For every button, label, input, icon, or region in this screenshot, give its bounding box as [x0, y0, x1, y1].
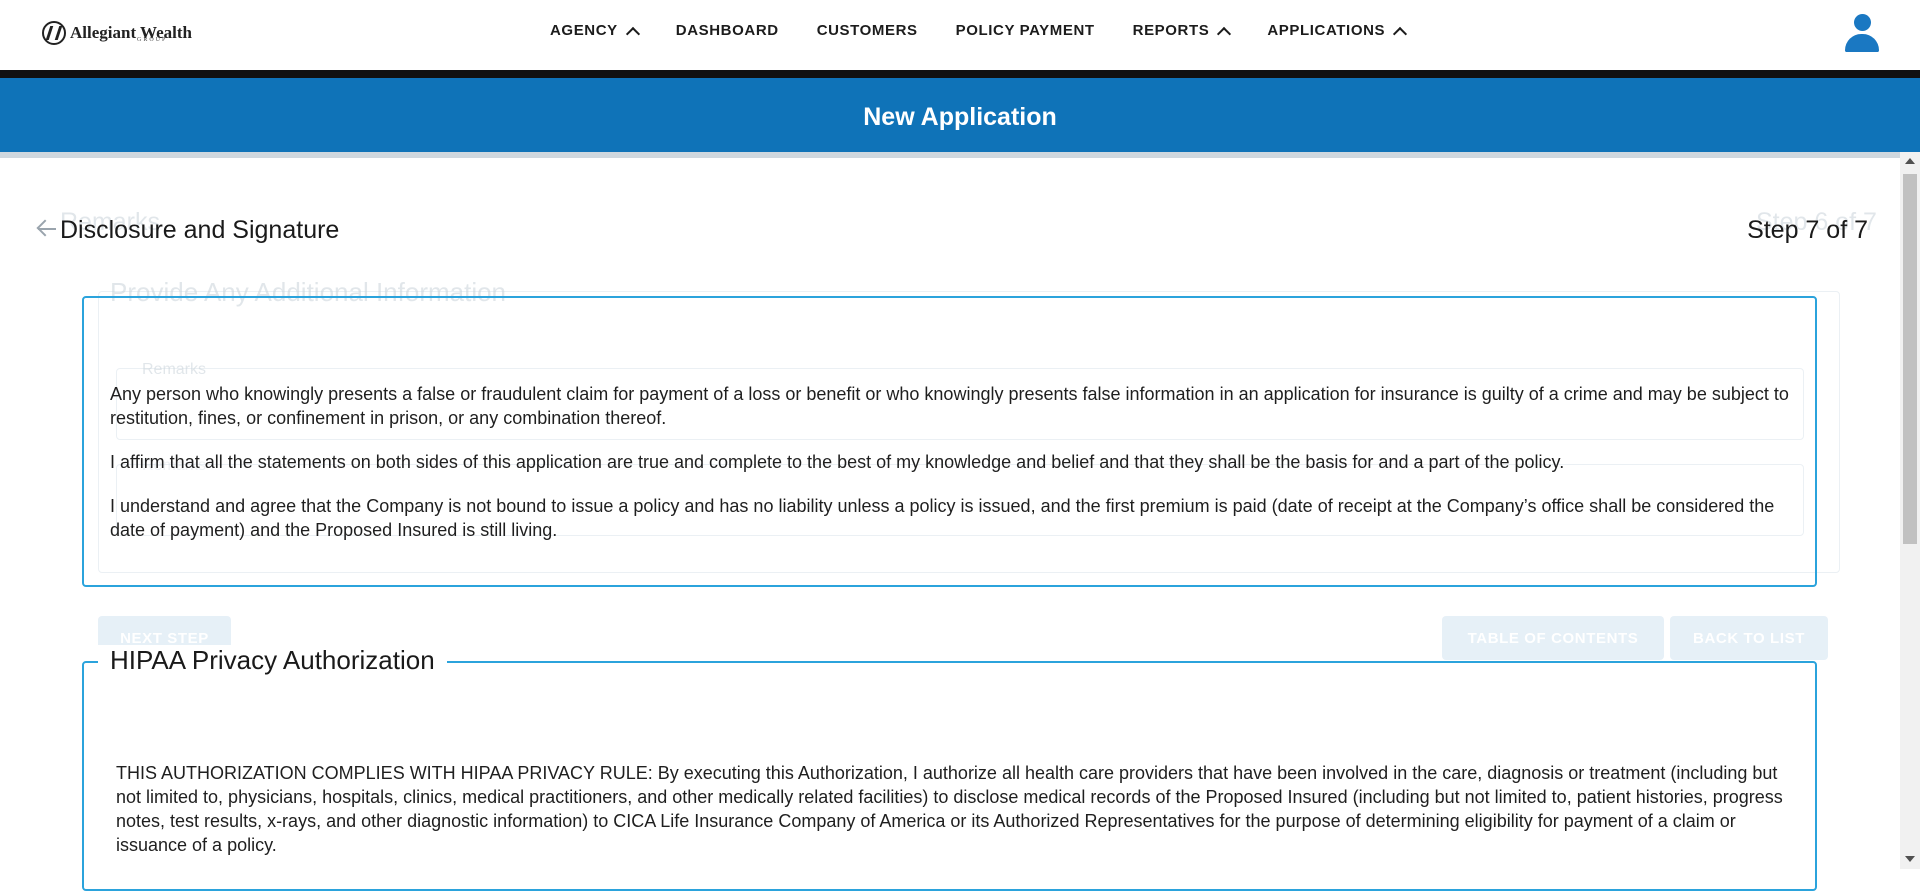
nav-customers[interactable]: CUSTOMERS: [817, 22, 918, 39]
user-icon-head: [1854, 14, 1871, 31]
step-title: Disclosure and Signature: [60, 216, 340, 244]
nav-applications-label: APPLICATIONS: [1267, 22, 1386, 39]
navbar-divider: [0, 70, 1920, 78]
back-arrow-icon[interactable]: [36, 218, 58, 240]
nav-agency[interactable]: AGENCY: [550, 22, 640, 41]
scrollbar-thumb[interactable]: [1903, 174, 1917, 544]
back-arrow-head: [36, 219, 54, 237]
nav-customers-label: CUSTOMERS: [816, 22, 918, 39]
chevron-up-icon: [1217, 26, 1232, 41]
disclosure-paragraph: Any person who knowingly presents a fals…: [110, 384, 1789, 428]
chevron-up-icon: [625, 26, 640, 41]
page-scrollbar[interactable]: [1900, 152, 1920, 869]
nav-dashboard[interactable]: DASHBOARD: [676, 22, 779, 39]
nav-agency-label: AGENCY: [550, 22, 618, 39]
top-navbar: Allegiant Wealth GROUP AGENCY DASHBOARD …: [0, 0, 1920, 70]
nav-dashboard-label: DASHBOARD: [675, 22, 779, 39]
brand-logo[interactable]: Allegiant Wealth: [42, 18, 192, 48]
page-title: New Application: [863, 103, 1057, 131]
step-counter: Step 7 of 7: [1747, 216, 1868, 244]
nav-policy-payment-label: POLICY PAYMENT: [955, 22, 1095, 39]
user-icon-body: [1845, 34, 1879, 52]
scroll-down-icon[interactable]: [1905, 856, 1915, 862]
nav-reports-label: REPORTS: [1132, 22, 1210, 39]
disclosure-panel: Any person who knowingly presents a fals…: [82, 296, 1817, 587]
hipaa-text: THIS AUTHORIZATION COMPLIES WITH HIPAA P…: [116, 763, 1783, 855]
disclosure-paragraph: I affirm that all the statements on both…: [110, 452, 1565, 472]
logo-icon: [42, 21, 66, 45]
hipaa-panel: THIS AUTHORIZATION COMPLIES WITH HIPAA P…: [82, 661, 1817, 891]
chevron-up-icon: [1393, 26, 1408, 41]
hipaa-legend: HIPAA Privacy Authorization: [98, 645, 447, 676]
back-to-list-button[interactable]: BACK TO LIST: [1670, 616, 1828, 660]
disclosure-paragraph: I understand and agree that the Company …: [110, 496, 1775, 540]
nav-policy-payment[interactable]: POLICY PAYMENT: [956, 22, 1095, 39]
brand-sub: GROUP: [137, 37, 168, 43]
main-nav: AGENCY DASHBOARD CUSTOMERS POLICY PAYMEN…: [550, 22, 1443, 41]
header-divider: [0, 152, 1900, 158]
scroll-up-icon[interactable]: [1905, 158, 1915, 164]
nav-applications[interactable]: APPLICATIONS: [1267, 22, 1408, 41]
nav-reports[interactable]: REPORTS: [1132, 22, 1232, 41]
user-icon[interactable]: [1844, 14, 1880, 52]
table-of-contents-button[interactable]: TABLE OF CONTENTS: [1442, 616, 1664, 660]
brand-name: Allegiant Wealth: [70, 23, 192, 42]
